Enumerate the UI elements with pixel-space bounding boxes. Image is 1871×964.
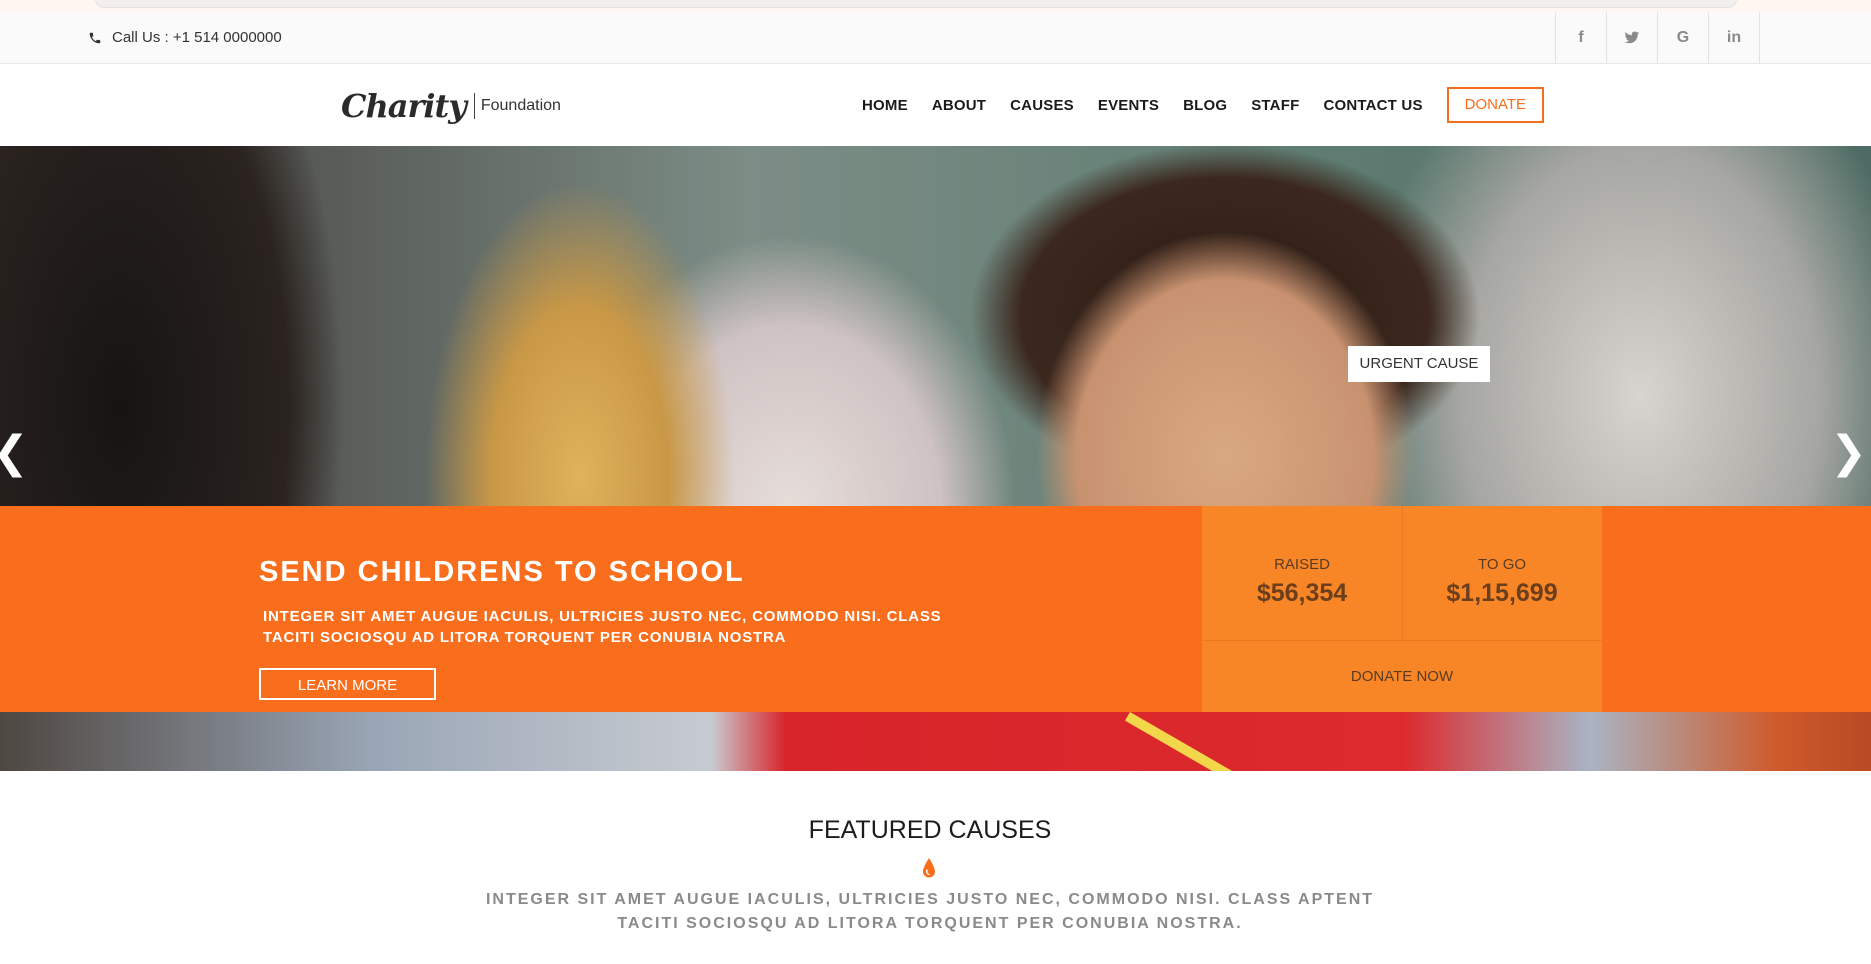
main-nav: HOME ABOUT CAUSES EVENTS BLOG STAFF CONT… [862, 87, 1545, 123]
call-text: Call Us : +1 514 0000000 [112, 29, 282, 46]
nav-blog[interactable]: BLOG [1183, 97, 1227, 114]
facebook-icon[interactable]: f [1555, 12, 1606, 63]
to-go-stat: TO GO $1,15,699 [1402, 506, 1602, 640]
hero-image-bottom [0, 712, 1871, 771]
cause-description: INTEGER SIT AMET AUGUE IACULIS, ULTRICIE… [263, 608, 942, 646]
twitter-icon[interactable] [1606, 12, 1657, 63]
cause-title: SEND CHILDRENS TO SCHOOL [259, 556, 745, 588]
logo-script: Charity [341, 87, 467, 125]
call-info: Call Us : +1 514 0000000 [88, 12, 282, 63]
logo-divider [473, 93, 475, 119]
chevron-left-icon[interactable]: ❮ [0, 431, 29, 475]
donation-stats: RAISED $56,354 TO GO $1,15,699 DONATE NO… [1202, 506, 1602, 712]
logo[interactable]: Charity Foundation [341, 86, 561, 126]
to-go-value: $1,15,699 [1446, 579, 1558, 607]
to-go-label: TO GO [1477, 556, 1527, 573]
donate-now-button[interactable]: DONATE NOW [1202, 641, 1602, 712]
nav-causes[interactable]: CAUSES [1010, 97, 1074, 114]
social-links: f G in [1555, 12, 1760, 63]
top-bar: Call Us : +1 514 0000000 f G in [0, 12, 1871, 64]
nav-about[interactable]: ABOUT [932, 97, 986, 114]
linkedin-icon[interactable]: in [1708, 12, 1760, 63]
donate-button[interactable]: DONATE [1446, 87, 1545, 123]
nav-staff[interactable]: STAFF [1251, 97, 1299, 114]
logo-subtitle: Foundation [480, 97, 561, 114]
learn-more-button[interactable]: LEARN MORE [259, 668, 436, 700]
address-bar-remnant [95, 0, 1737, 8]
nav-contact-us[interactable]: CONTACT US [1323, 97, 1422, 114]
browser-strip [0, 0, 1871, 12]
raised-value: $56,354 [1256, 579, 1348, 607]
featured-causes-title: FEATURED CAUSES [808, 816, 1052, 844]
raised-label: RAISED [1274, 556, 1330, 573]
chevron-right-icon[interactable]: ❯ [1830, 431, 1867, 475]
drop-icon [923, 858, 935, 878]
hero-slider: ❮ ❯ SEND CHILDRENS TO SCHOOL INTEGER SIT… [0, 146, 1871, 771]
pencil-shape [1125, 712, 1234, 771]
google-icon[interactable]: G [1657, 12, 1708, 63]
nav-home[interactable]: HOME [862, 97, 908, 114]
nav-events[interactable]: EVENTS [1098, 97, 1159, 114]
featured-causes-description: INTEGER SIT AMET AUGUE IACULIS, ULTRICIE… [485, 891, 1375, 932]
cause-band: SEND CHILDRENS TO SCHOOL INTEGER SIT AME… [0, 506, 1871, 712]
raised-stat: RAISED $56,354 [1202, 506, 1403, 640]
urgent-cause-badge: URGENT CAUSE [1348, 346, 1490, 382]
phone-icon [89, 32, 101, 43]
site-header: Charity Foundation HOME ABOUT CAUSES EVE… [0, 64, 1871, 146]
